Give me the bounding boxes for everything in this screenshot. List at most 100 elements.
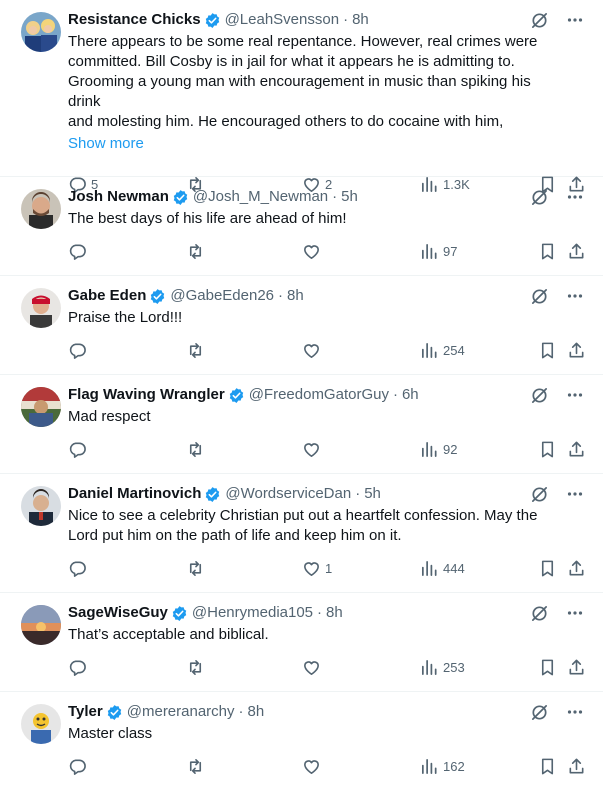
avatar[interactable] [21,486,61,526]
more-icon[interactable] [567,704,583,720]
author-handle[interactable]: @Henrymedia105 [192,602,313,624]
like-button[interactable]: 1 [302,558,332,578]
header-actions [530,186,583,208]
avatar[interactable] [21,605,61,645]
grok-icon[interactable] [530,485,549,504]
avatar[interactable] [21,189,61,229]
bookmark-icon[interactable] [538,657,557,677]
reply-button[interactable] [68,756,91,776]
more-icon[interactable] [567,12,583,28]
views-button[interactable]: 253 [420,657,465,677]
retweet-button[interactable] [186,340,209,360]
views-button[interactable]: 444 [420,558,465,578]
author-name[interactable]: Flag Waving Wrangler [68,384,225,406]
reply-button[interactable] [68,657,91,677]
more-icon[interactable] [567,605,583,621]
grok-icon[interactable] [530,287,549,306]
like-button[interactable] [302,340,325,360]
separator-dot: · [238,703,244,720]
avatar[interactable] [21,704,61,744]
bookmark-icon[interactable] [538,558,557,578]
timestamp[interactable]: 8h [287,285,304,307]
separator-dot: · [343,11,349,28]
avatar[interactable] [21,288,61,328]
like-button[interactable] [302,756,325,776]
tweet-reply[interactable]: Gabe Eden @GabeEden26 · 8h Praise the Lo… [0,276,603,375]
author-name[interactable]: Gabe Eden [68,285,146,307]
reply-button[interactable] [68,241,91,261]
author-name[interactable]: Daniel Martinovich [68,483,201,505]
bookmark-icon[interactable] [538,241,557,261]
author-handle[interactable]: @GabeEden26 [170,285,274,307]
tweet-reply[interactable]: Resistance Chicks @LeahSvensson · 8h The… [0,0,603,193]
tweet-text-line: Nice to see a celebrity Christian put ou… [68,507,538,524]
author-handle[interactable]: @LeahSvensson [225,9,339,31]
grok-icon[interactable] [530,703,549,722]
timestamp[interactable]: 8h [352,9,369,31]
views-count: 444 [443,560,465,576]
share-icon[interactable] [567,756,586,776]
share-icon[interactable] [567,558,586,578]
bookmark-icon[interactable] [538,439,557,459]
header-actions [530,483,583,505]
views-button[interactable]: 97 [420,241,457,261]
reply-button[interactable] [68,340,91,360]
avatar[interactable] [21,12,61,52]
timestamp[interactable]: 8h [248,701,265,723]
action-bar: 253 [68,645,587,689]
more-icon[interactable] [567,387,583,403]
share-icon[interactable] [567,340,586,360]
tweet-reply[interactable]: Flag Waving Wrangler @FreedomGatorGuy · … [0,375,603,474]
more-icon[interactable] [567,288,583,304]
author-name[interactable]: Josh Newman [68,186,169,208]
author-handle[interactable]: @Josh_M_Newman [193,186,328,208]
timestamp[interactable]: 6h [402,384,419,406]
share-icon[interactable] [567,241,586,261]
author-handle[interactable]: @FreedomGatorGuy [249,384,389,406]
avatar[interactable] [21,387,61,427]
views-count: 254 [443,342,465,358]
tweet-reply[interactable]: SageWiseGuy @Henrymedia105 · 8h That’s a… [0,593,603,692]
tweet-text: Master class [68,724,587,744]
like-button[interactable] [302,657,325,677]
tweet-text-line: The best days of his life are ahead of h… [68,210,347,227]
timestamp[interactable]: 5h [341,186,358,208]
bookmark-icon[interactable] [538,340,557,360]
author-name[interactable]: Tyler [68,701,103,723]
retweet-button[interactable] [186,756,209,776]
tweet-reply[interactable]: Tyler @mereranarchy · 8h Master class 16… [0,692,603,789]
timestamp[interactable]: 5h [364,483,381,505]
more-icon[interactable] [567,189,583,205]
grok-icon[interactable] [530,11,549,30]
retweet-button[interactable] [186,657,209,677]
tweet-text: That’s acceptable and biblical. [68,625,587,645]
grok-icon[interactable] [530,604,549,623]
author-name[interactable]: Resistance Chicks [68,9,201,31]
tweet-reply[interactable]: Daniel Martinovich @WordserviceDan · 5h … [0,474,603,593]
reply-button[interactable] [68,558,91,578]
views-button[interactable]: 254 [420,340,465,360]
bookmark-icon[interactable] [538,756,557,776]
retweet-button[interactable] [186,439,209,459]
grok-icon[interactable] [530,188,549,207]
like-button[interactable] [302,241,325,261]
retweet-button[interactable] [186,241,209,261]
views-button[interactable]: 92 [420,439,457,459]
show-more-link[interactable]: Show more [68,134,587,154]
views-button[interactable]: 162 [420,756,465,776]
tweet-reply[interactable]: Josh Newman @Josh_M_Newman · 5h The best… [0,177,603,276]
author-handle[interactable]: @WordserviceDan [225,483,351,505]
more-icon[interactable] [567,486,583,502]
like-button[interactable] [302,439,325,459]
timestamp[interactable]: 8h [326,602,343,624]
author-name[interactable]: SageWiseGuy [68,602,168,624]
share-icon[interactable] [567,439,586,459]
reply-button[interactable] [68,439,91,459]
share-icon[interactable] [567,657,586,677]
tweet-text-line: and molesting him. He encouraged others … [68,113,504,130]
retweet-button[interactable] [186,558,209,578]
header-actions [530,701,583,723]
separator-dot: · [278,287,283,304]
grok-icon[interactable] [530,386,549,405]
author-handle[interactable]: @mereranarchy [127,701,235,723]
